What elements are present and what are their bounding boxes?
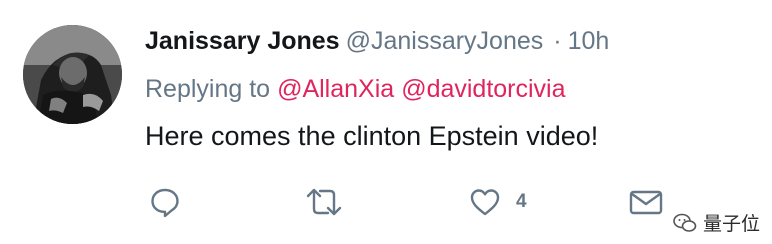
separator-dot: · [553,27,562,55]
tweet-timestamp[interactable]: 10h [568,27,610,55]
retweet-icon [306,188,342,216]
tweet-actions: 4 [0,180,772,224]
heart-icon [470,189,500,216]
reply-button[interactable] [148,180,182,224]
tweet-text: Here comes the clinton Epstein video! [145,121,599,151]
like-count: 4 [516,191,527,212]
mention-link[interactable]: @davidtorcivia [401,75,565,103]
tweet-header: Janissary Jones @JanissaryJones · 10h [145,22,609,60]
watermark-text: 量子位 [702,214,760,235]
tweet: Janissary Jones @JanissaryJones · 10h Reply… [0,0,772,244]
direct-message-button[interactable] [628,180,664,224]
author-name[interactable]: Janissary Jones [145,27,340,55]
like-button[interactable]: 4 [468,180,527,224]
watermark: 量子位 [668,207,764,238]
replying-to-label: Replying to [145,75,271,103]
author-handle[interactable]: @JanissaryJones [346,27,544,55]
avatar-image [23,25,122,124]
mention-link[interactable]: @AllanXia [277,75,394,103]
envelope-icon [629,190,663,215]
wechat-icon [673,213,697,232]
avatar[interactable] [23,25,122,124]
replying-to-line: Replying to @AllanXia @davidtorcivia [145,70,566,108]
retweet-button[interactable] [304,180,344,224]
reply-icon [151,188,179,218]
